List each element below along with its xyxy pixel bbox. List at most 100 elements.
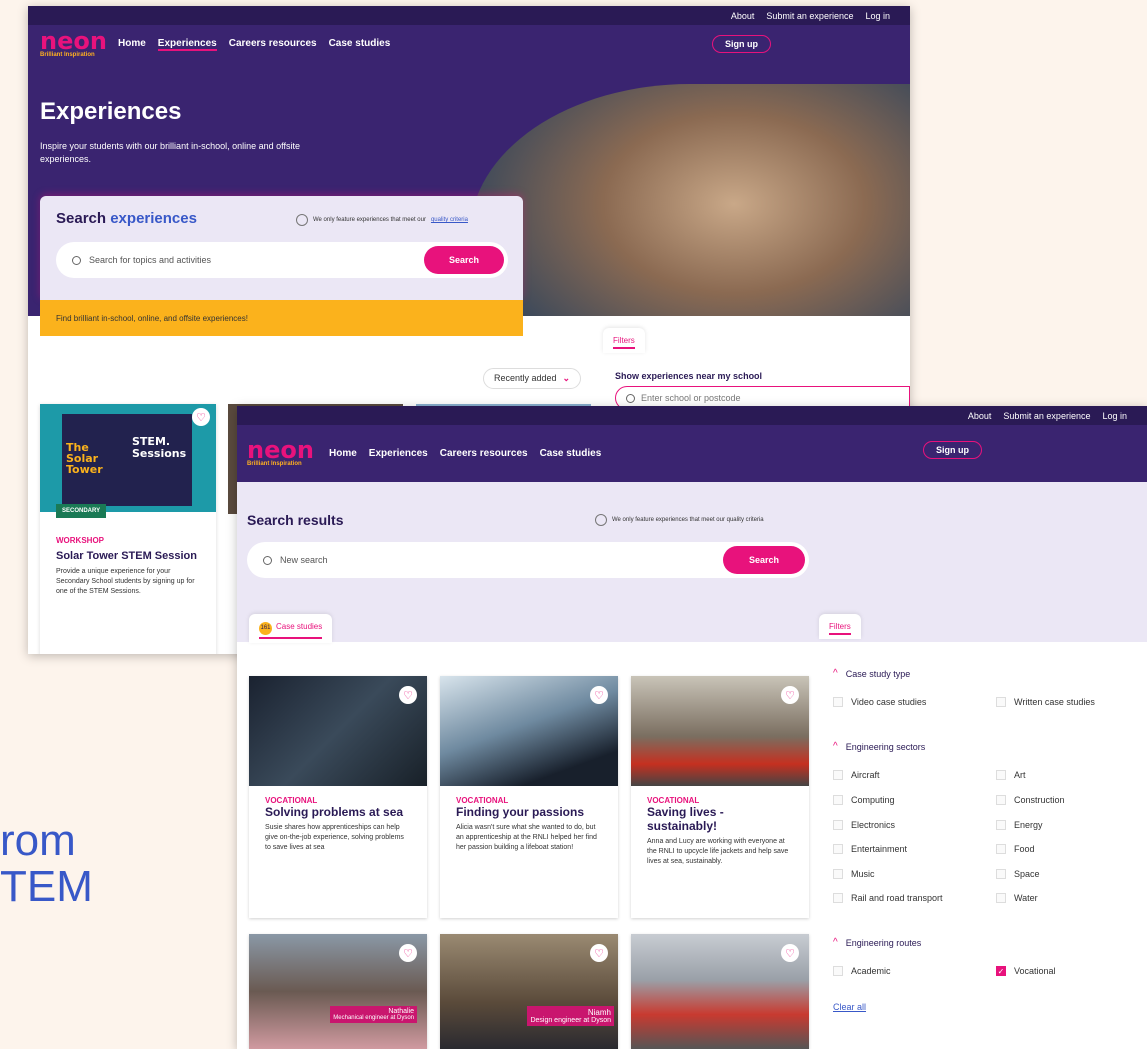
card-image: ♡ <box>631 676 809 786</box>
heart-icon[interactable]: ♡ <box>781 686 799 704</box>
filter-option[interactable]: Aircraft <box>833 770 880 780</box>
case-study-card[interactable]: ♡ VOCATIONAL Finding your passions Alici… <box>440 676 618 918</box>
heart-icon[interactable]: ♡ <box>590 944 608 962</box>
card-description: Anna and Lucy are working with everyone … <box>647 838 789 865</box>
card-category: VOCATIONAL <box>265 796 318 805</box>
chevron-down-icon: ⌄ <box>562 373 571 383</box>
login-link[interactable]: Log in <box>1102 411 1127 421</box>
case-study-card[interactable]: ♡ VOCATIONAL Solving problems at sea Sus… <box>249 676 427 918</box>
filter-option[interactable]: Computing <box>833 795 895 805</box>
search-icon <box>263 555 272 565</box>
case-study-card[interactable]: ♡ <box>631 934 809 1049</box>
checkbox[interactable] <box>996 820 1006 830</box>
case-study-card[interactable]: ♡ Nathalie Mechanical engineer at Dyson <box>249 934 427 1049</box>
heart-icon[interactable]: ♡ <box>399 944 417 962</box>
filter-option[interactable]: Rail and road transport <box>833 893 943 903</box>
about-link[interactable]: About <box>968 411 992 421</box>
case-study-card[interactable]: ♡ Niamh Design engineer at Dyson <box>440 934 618 1049</box>
clear-all-link[interactable]: Clear all <box>833 1002 866 1012</box>
login-link[interactable]: Log in <box>865 11 890 21</box>
filter-option[interactable]: ✓ Vocational <box>996 966 1056 976</box>
nav-case-studies[interactable]: Case studies <box>540 448 602 459</box>
checkbox[interactable] <box>833 820 843 830</box>
submit-experience-link[interactable]: Submit an experience <box>1003 411 1090 421</box>
background-heading: rom TEM <box>0 818 93 910</box>
nav-home[interactable]: Home <box>118 38 146 51</box>
sign-up-button[interactable]: Sign up <box>712 35 771 53</box>
tab-case-studies[interactable]: 161 Case studies <box>249 614 333 643</box>
search-input[interactable]: Search for topics and activities Search <box>56 242 508 278</box>
card-title: Finding your passions <box>456 805 585 819</box>
tab-filters[interactable]: Filters <box>819 614 861 639</box>
filter-section-engineering-routes[interactable]: ^ Engineering routes <box>833 937 921 948</box>
sort-dropdown[interactable]: Recently added ⌄ <box>483 368 582 389</box>
nav-careers-resources[interactable]: Careers resources <box>229 38 317 51</box>
search-button[interactable]: Search <box>424 246 504 274</box>
nav-experiences[interactable]: Experiences <box>157 38 217 51</box>
checkbox[interactable] <box>833 893 843 903</box>
logo[interactable]: neon Brilliant Inspiration <box>247 438 329 467</box>
checkbox[interactable] <box>833 966 843 976</box>
nav-careers-resources[interactable]: Careers resources <box>440 448 528 459</box>
filter-option[interactable]: Video case studies <box>833 697 926 707</box>
option-label: Rail and road transport <box>851 893 943 903</box>
heart-icon[interactable]: ♡ <box>192 408 210 426</box>
filter-option[interactable]: Food <box>996 844 1035 854</box>
heart-icon[interactable]: ♡ <box>399 686 417 704</box>
filter-option[interactable]: Electronics <box>833 820 895 830</box>
nav-case-studies[interactable]: Case studies <box>329 38 391 51</box>
filter-option[interactable]: Energy <box>996 820 1043 830</box>
checkbox[interactable] <box>996 770 1006 780</box>
filter-option[interactable]: Art <box>996 770 1026 780</box>
heart-icon[interactable]: ♡ <box>781 944 799 962</box>
submit-experience-link[interactable]: Submit an experience <box>766 11 853 21</box>
checkbox[interactable] <box>833 697 843 707</box>
person-role: Mechanical engineer at Dyson <box>333 1015 414 1021</box>
option-label: Entertainment <box>851 844 908 854</box>
checkbox[interactable] <box>996 893 1006 903</box>
nav-home[interactable]: Home <box>329 448 357 459</box>
option-label: Electronics <box>851 820 896 830</box>
filter-option[interactable]: Academic <box>833 966 891 976</box>
search-title-a: Search <box>56 210 107 227</box>
quality-criteria-link[interactable]: quality criteria <box>431 217 468 223</box>
checkbox[interactable] <box>833 770 843 780</box>
checkbox[interactable] <box>833 844 843 854</box>
checkbox[interactable] <box>833 795 843 805</box>
filter-option[interactable]: Construction <box>996 795 1065 805</box>
card-title: Solving problems at sea <box>265 805 404 819</box>
logo[interactable]: neon Brilliant Inspiration <box>40 29 118 58</box>
checkbox-checked[interactable]: ✓ <box>996 966 1006 976</box>
filter-option[interactable]: Water <box>996 893 1038 903</box>
quality-note: We only feature experiences that meet ou… <box>595 514 764 526</box>
nav-experiences[interactable]: Experiences <box>369 448 428 459</box>
checkbox[interactable] <box>996 869 1006 879</box>
filter-option[interactable]: Entertainment <box>833 844 907 854</box>
search-input[interactable]: New search Search <box>247 542 809 578</box>
case-study-card[interactable]: ♡ VOCATIONAL Saving lives - sustainably!… <box>631 676 809 918</box>
filter-section-case-study-type[interactable]: ^ Case study type <box>833 668 910 679</box>
filter-option[interactable]: Music <box>833 869 875 879</box>
search-button[interactable]: Search <box>723 546 805 574</box>
filter-option[interactable]: Space <box>996 869 1040 879</box>
card-image: ♡ <box>249 676 427 786</box>
checkbox[interactable] <box>996 795 1006 805</box>
about-link[interactable]: About <box>731 11 755 21</box>
logo-text: neon <box>247 436 314 464</box>
filter-option[interactable]: Written case studies <box>996 697 1095 707</box>
sign-up-button[interactable]: Sign up <box>923 441 982 459</box>
experience-card[interactable]: The Solar Tower STEM. Sessions ♡ SECONDA… <box>40 404 216 654</box>
quality-text: We only feature experiences that meet ou… <box>612 517 764 523</box>
main-nav: neon Brilliant Inspiration Home Experien… <box>28 25 910 64</box>
sort-label: Recently added <box>494 373 557 383</box>
tab-filters[interactable]: Filters <box>603 328 645 353</box>
heart-icon[interactable]: ♡ <box>590 686 608 704</box>
checkbox[interactable] <box>996 697 1006 707</box>
card-description: Susie shares how apprenticeships can hel… <box>265 824 404 851</box>
checkbox[interactable] <box>996 844 1006 854</box>
filter-section-engineering-sectors[interactable]: ^ Engineering sectors <box>833 741 925 752</box>
checkbox[interactable] <box>833 869 843 879</box>
option-label: Aircraft <box>851 770 880 780</box>
chevron-up-icon: ^ <box>833 937 838 948</box>
option-label: Food <box>1014 844 1035 854</box>
